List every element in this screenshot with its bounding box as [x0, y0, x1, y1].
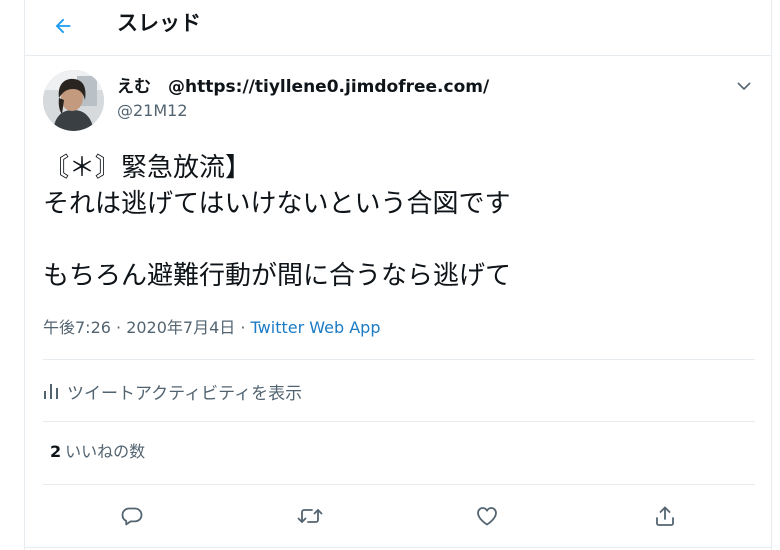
tweet-meta: 午後7:26 · 2020年7月4日 · Twitter Web App	[43, 317, 380, 339]
likes-count: 2	[50, 442, 62, 461]
author-handle[interactable]: @21M12	[117, 101, 188, 121]
reply-button[interactable]	[114, 498, 150, 534]
like-button[interactable]	[469, 498, 505, 534]
divider	[43, 484, 755, 485]
page: スレッド えむ @https://tiyllene0.jimdofree.com…	[0, 0, 780, 550]
tweet-text: 〘＊〙緊急放流】 それは逃げてはいけないという合図です もちろん避難行動が間に合…	[43, 150, 743, 294]
tweet-source-link[interactable]: Twitter Web App	[251, 318, 381, 337]
avatar[interactable]	[43, 70, 104, 131]
reply-icon	[121, 507, 143, 526]
share-icon	[656, 506, 674, 526]
likes-label: いいねの数	[65, 442, 146, 461]
heart-icon	[477, 507, 497, 526]
thread-column: スレッド えむ @https://tiyllene0.jimdofree.com…	[24, 0, 772, 550]
divider	[43, 359, 755, 360]
divider	[43, 421, 755, 422]
divider	[25, 547, 771, 548]
retweet-icon	[297, 509, 323, 523]
tweet-text-line: それは逃げてはいけないという合図です	[43, 189, 511, 219]
page-title: スレッド	[117, 11, 201, 35]
tweet-activity-link[interactable]: ツイートアクティビティを表示	[43, 378, 302, 404]
tweet-text-line	[43, 222, 743, 258]
chevron-down-icon	[737, 82, 751, 90]
author-display-name[interactable]: えむ @https://tiyllene0.jimdofree.com/	[117, 76, 489, 98]
share-button[interactable]	[647, 498, 683, 534]
arrow-left-icon	[55, 18, 71, 34]
tweet-text-line: もちろん避難行動が間に合うなら逃げて	[43, 261, 512, 291]
tweet-actions	[25, 498, 771, 534]
tweet-activity-label: ツイートアクティビティを表示	[67, 383, 303, 404]
tweet-timestamp[interactable]: 午後7:26 · 2020年7月4日 ·	[43, 318, 251, 337]
back-button[interactable]	[43, 6, 83, 46]
retweet-button[interactable]	[292, 498, 328, 534]
tweet-menu-button[interactable]	[730, 72, 758, 100]
likes-stat[interactable]: 2 いいねの数	[50, 441, 145, 463]
thread-header: スレッド	[25, 0, 771, 56]
tweet-text-line: 〘＊〙緊急放流】	[43, 153, 252, 183]
bar-chart-icon	[44, 384, 58, 399]
profile-photo	[43, 70, 104, 131]
